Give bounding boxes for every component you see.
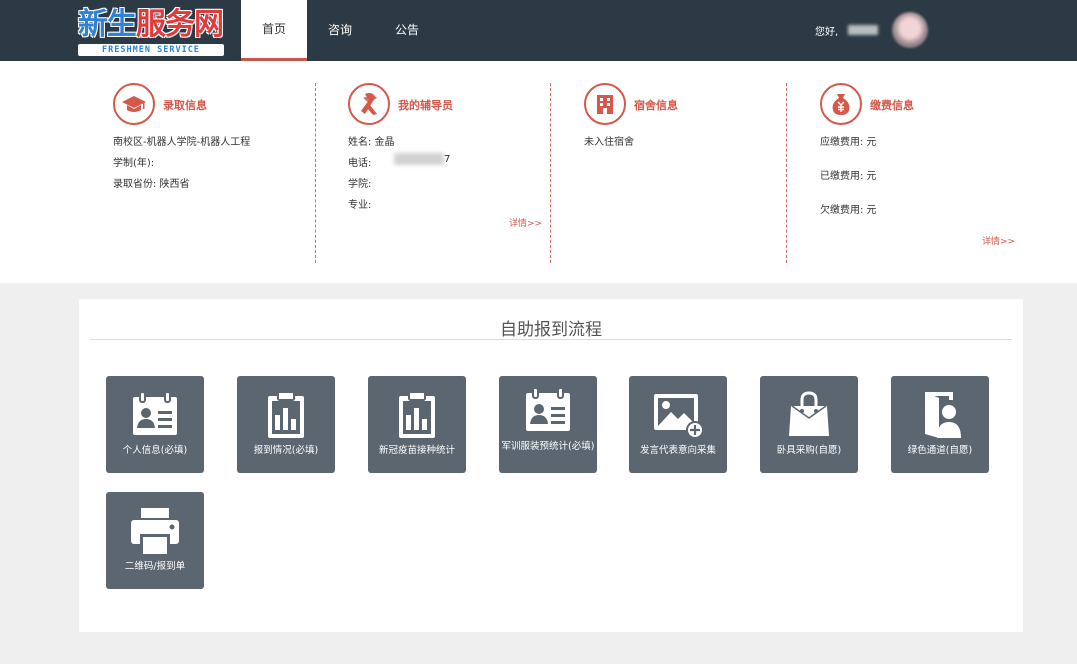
- panel-divider: [90, 339, 1012, 340]
- nav-home[interactable]: 首页: [241, 0, 307, 61]
- tile-military-uniform[interactable]: 军训服装预统计(必填): [499, 376, 597, 473]
- shopping-bag-icon: [782, 388, 836, 442]
- money-bag-icon: [820, 83, 862, 125]
- payment-detail-link[interactable]: 详情>>: [982, 234, 1015, 247]
- username-redacted: [848, 25, 878, 35]
- payment-owed: 欠缴费用: 元: [820, 205, 877, 216]
- dorm-status: 未入住宿舍: [584, 137, 634, 148]
- panel-title: 自助报到流程: [500, 320, 602, 340]
- counselor-title: 我的辅导员: [398, 99, 453, 112]
- nav-consult[interactable]: 咨询: [314, 0, 366, 61]
- site-logo[interactable]: 新生服务网 FRESHMEN SERVICE: [78, 8, 224, 58]
- column-divider: [315, 83, 316, 263]
- image-add-icon: [651, 388, 705, 442]
- admission-line-major: 南校区-机器人学院-机器人工程: [113, 137, 251, 148]
- printer-icon: [128, 504, 182, 558]
- graduation-cap-icon: [113, 83, 155, 125]
- admission-info-card: 录取信息 南校区-机器人学院-机器人工程 学制(年): 录取省份: 陕西省: [113, 83, 313, 263]
- tile-vaccine-stats[interactable]: 新冠疫苗接种统计: [368, 376, 466, 473]
- greeting-text: 您好,: [815, 27, 839, 38]
- tile-speaker-intent[interactable]: 发言代表意向采集: [629, 376, 727, 473]
- tile-label: 报到情况(必填): [253, 445, 319, 456]
- tile-label: 军训服装预统计(必填): [501, 441, 595, 452]
- student-info-section: 录取信息 南校区-机器人学院-机器人工程 学制(年): 录取省份: 陕西省 我的…: [0, 61, 1077, 283]
- dorm-info-card: 宿舍信息 未入住宿舍: [584, 83, 784, 263]
- logo-title: 新生服务网: [78, 7, 224, 42]
- id-card-icon: [521, 384, 575, 438]
- dorm-title: 宿舍信息: [634, 99, 678, 112]
- counselor-line-phone: 电话:: [348, 158, 372, 169]
- payment-paid: 已缴费用: 元: [820, 171, 877, 182]
- counselor-line-major: 专业:: [348, 200, 372, 211]
- tile-green-channel[interactable]: 绿色通道(自愿): [891, 376, 989, 473]
- payment-info-card: 缴费信息 应缴费用: 元 已缴费用: 元 欠缴费用: 元 详情>>: [820, 83, 1020, 263]
- tile-label: 绿色通道(自愿): [907, 445, 973, 456]
- tile-report-status[interactable]: 报到情况(必填): [237, 376, 335, 473]
- tile-label: 发言代表意向采集: [639, 445, 716, 456]
- payment-due: 应缴费用: 元: [820, 137, 877, 148]
- counselor-line-college: 学院:: [348, 179, 372, 190]
- tile-label: 二维码/报到单: [124, 561, 186, 572]
- counselor-phone-tail: 7: [444, 154, 451, 165]
- phone-redacted: [394, 153, 444, 165]
- column-divider: [786, 83, 787, 263]
- admission-line-duration: 学制(年):: [113, 158, 155, 169]
- tile-label: 个人信息(必填): [122, 445, 188, 456]
- admission-line-province: 录取省份: 陕西省: [113, 179, 190, 190]
- clipboard-chart-icon: [259, 388, 313, 442]
- ribbon-icon: [348, 83, 390, 125]
- nav-notice[interactable]: 公告: [381, 0, 433, 61]
- counselor-line-name: 姓名: 金晶: [348, 137, 395, 148]
- tile-personal-info[interactable]: 个人信息(必填): [106, 376, 204, 473]
- tile-qrcode-report[interactable]: 二维码/报到单: [106, 492, 204, 589]
- logo-title-part-2: 服务网: [136, 7, 224, 42]
- id-card-icon: [128, 388, 182, 442]
- building-icon: [584, 83, 626, 125]
- logo-subtitle: FRESHMEN SERVICE: [78, 44, 224, 56]
- tile-bedding-purchase[interactable]: 卧具采购(自愿): [760, 376, 858, 473]
- counselor-detail-link[interactable]: 详情>>: [509, 216, 542, 229]
- tile-label: 卧具采购(自愿): [776, 445, 842, 456]
- payment-title: 缴费信息: [870, 99, 914, 112]
- column-divider: [550, 83, 551, 263]
- clipboard-chart-icon: [390, 388, 444, 442]
- person-door-icon: [913, 388, 967, 442]
- top-navigation-bar: 新生服务网 FRESHMEN SERVICE 首页 咨询 公告 您好,: [0, 0, 1077, 61]
- logo-title-part-1: 新生: [78, 7, 137, 42]
- user-avatar[interactable]: [892, 12, 928, 48]
- tile-label: 新冠疫苗接种统计: [378, 445, 455, 456]
- counselor-info-card: 我的辅导员 姓名: 金晶 电话: 7 学院: 专业: 详情>>: [348, 83, 548, 263]
- self-registration-panel: 自助报到流程 个人信息(必填) 报到情况(必填) 新冠疫苗接种统计 军训服装预统…: [79, 299, 1023, 632]
- admission-title: 录取信息: [163, 99, 207, 112]
